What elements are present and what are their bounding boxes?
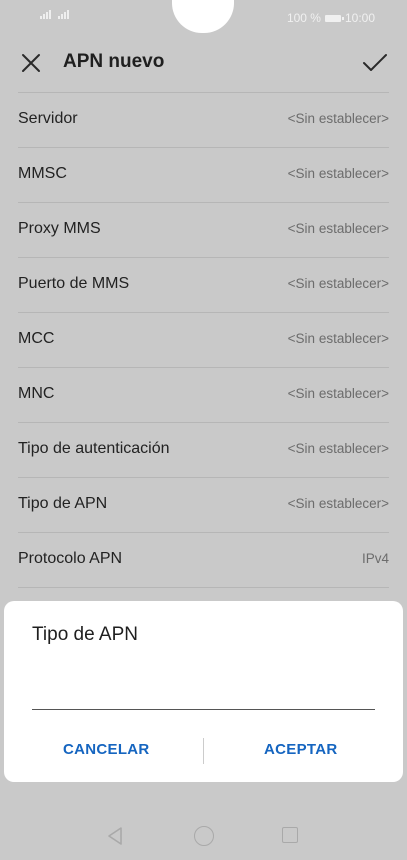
signal-icon	[40, 10, 52, 19]
setting-label: MNC	[18, 385, 55, 402]
setting-row[interactable]: Puerto de MMS <Sin establecer>	[18, 258, 389, 313]
setting-row[interactable]: MCC <Sin establecer>	[18, 313, 389, 368]
apn-settings-list: Servidor <Sin establecer> MMSC <Sin estable…	[0, 93, 407, 588]
setting-value: <Sin establecer>	[287, 386, 389, 401]
apn-type-dialog: Tipo de APN CANCELAR ACEPTAR	[4, 601, 403, 782]
home-icon[interactable]	[194, 826, 214, 846]
setting-row[interactable]: Tipo de autenticación <Sin establecer>	[18, 423, 389, 478]
close-icon[interactable]	[18, 50, 44, 76]
app-bar: APN nuevo	[0, 36, 407, 92]
setting-label: Proxy MMS	[18, 220, 101, 237]
button-divider	[203, 738, 204, 764]
check-icon[interactable]	[361, 50, 389, 76]
camera-notch	[172, 0, 234, 33]
setting-value: <Sin establecer>	[287, 111, 389, 126]
signal-indicators	[40, 10, 70, 19]
setting-value: <Sin establecer>	[287, 496, 389, 511]
accept-button[interactable]: ACEPTAR	[264, 741, 338, 758]
setting-value: <Sin establecer>	[287, 441, 389, 456]
setting-label: Tipo de APN	[18, 495, 108, 512]
back-icon[interactable]	[106, 826, 126, 846]
setting-label: Tipo de autenticación	[18, 440, 170, 457]
screen: 100 % 10:00 APN nuevo Servidor <Sin estab…	[0, 0, 407, 860]
setting-row[interactable]: Tipo de APN <Sin establecer>	[18, 478, 389, 533]
battery-icon	[324, 14, 344, 22]
clock: 10:00	[344, 11, 375, 25]
status-bar: 100 % 10:00	[0, 0, 407, 36]
apn-type-input[interactable]	[32, 673, 375, 710]
battery-percent: 100 %	[286, 11, 321, 25]
setting-value: <Sin establecer>	[287, 276, 389, 291]
setting-row[interactable]: Servidor <Sin establecer>	[18, 93, 389, 148]
setting-row[interactable]: Protocolo APN IPv4	[18, 533, 389, 588]
setting-row[interactable]: Proxy MMS <Sin establecer>	[18, 203, 389, 258]
cancel-button[interactable]: CANCELAR	[63, 741, 150, 758]
recent-apps-icon[interactable]	[282, 827, 298, 843]
setting-value: IPv4	[361, 551, 389, 566]
setting-label: MMSC	[18, 165, 67, 182]
setting-row[interactable]: MNC <Sin establecer>	[18, 368, 389, 423]
setting-value: <Sin establecer>	[287, 331, 389, 346]
setting-row[interactable]: MMSC <Sin establecer>	[18, 148, 389, 203]
setting-value: <Sin establecer>	[287, 166, 389, 181]
dialog-title: Tipo de APN	[32, 624, 138, 645]
setting-label: Puerto de MMS	[18, 275, 130, 292]
navigation-bar	[0, 810, 407, 860]
setting-label: Servidor	[18, 110, 78, 127]
setting-value: <Sin establecer>	[287, 221, 389, 236]
setting-label: Protocolo APN	[18, 550, 123, 567]
signal-icon	[58, 10, 70, 19]
setting-label: MCC	[18, 330, 55, 347]
status-right: 100 % 10:00	[287, 11, 375, 25]
page-title: APN nuevo	[63, 51, 165, 72]
